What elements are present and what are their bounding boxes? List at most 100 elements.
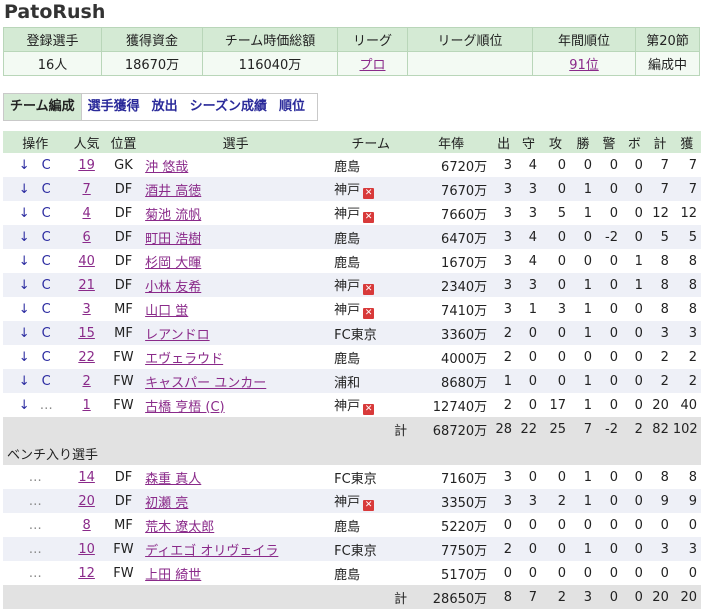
stat-earned-cell: 0 xyxy=(672,513,701,537)
captain-c-icon[interactable]: C xyxy=(35,158,57,173)
player-name-link[interactable]: 酒井 高徳 xyxy=(145,184,201,199)
down-arrow-icon[interactable]: ↓ xyxy=(13,206,35,221)
tab-ranking[interactable]: 順位 xyxy=(273,94,311,120)
player-name-link[interactable]: 町田 浩樹 xyxy=(145,232,201,247)
captain-c-icon[interactable]: C xyxy=(35,182,57,197)
captain-c-icon[interactable]: C xyxy=(35,278,57,293)
position-cell: FW xyxy=(105,393,142,417)
popularity-link[interactable]: 12 xyxy=(78,566,95,581)
popularity-link[interactable]: 40 xyxy=(78,254,95,269)
player-row: … 10 FW ディエゴ オリヴェイラ FC東京 7750万 2 0 0 1 0 0 3 3 xyxy=(3,537,701,561)
salary-cell: 3360万 xyxy=(411,321,492,345)
down-arrow-icon[interactable]: ↓ xyxy=(13,398,35,413)
player-name-link[interactable]: 荒木 遼太郎 xyxy=(145,520,214,535)
ellipsis-icon[interactable]: … xyxy=(24,470,46,485)
popularity-link[interactable]: 7 xyxy=(82,182,90,197)
player-name-link[interactable]: ディエゴ オリヴェイラ xyxy=(145,544,278,559)
total-spacer xyxy=(3,417,331,441)
captain-c-icon[interactable]: C xyxy=(35,350,57,365)
player-name-link[interactable]: 初瀬 亮 xyxy=(145,496,188,511)
captain-c-icon[interactable]: C xyxy=(35,326,57,341)
player-name-link[interactable]: エヴェラウド xyxy=(145,352,223,367)
player-name-cell: 森重 真人 xyxy=(141,465,331,489)
close-x-icon: ✕ xyxy=(363,284,375,295)
position-cell: GK xyxy=(105,153,142,177)
stat-attack-cell: 17 xyxy=(540,393,571,417)
captain-c-icon[interactable]: C xyxy=(35,206,57,221)
ellipsis-icon[interactable]: … xyxy=(24,566,46,581)
popularity-link[interactable]: 1 xyxy=(82,398,90,413)
team-cell: 鹿島 xyxy=(330,561,412,585)
stat-win-cell: 1 xyxy=(570,537,597,561)
down-arrow-icon[interactable]: ↓ xyxy=(13,230,35,245)
ellipsis-icon[interactable]: … xyxy=(35,398,57,413)
registered-players-value: 16人 xyxy=(3,51,102,76)
popularity-link[interactable]: 10 xyxy=(78,542,95,557)
down-arrow-icon[interactable]: ↓ xyxy=(13,278,35,293)
down-arrow-icon[interactable]: ↓ xyxy=(13,254,35,269)
ellipsis-icon[interactable]: … xyxy=(24,518,46,533)
popularity-link[interactable]: 22 xyxy=(78,350,95,365)
popularity-link[interactable]: 4 xyxy=(82,206,90,221)
stat-total-cell: 8 xyxy=(646,273,673,297)
player-name-link[interactable]: 小林 友希 xyxy=(145,280,201,295)
annual-rank-link[interactable]: 91位 xyxy=(569,58,599,73)
tab-acquire-players[interactable]: 選手獲得 xyxy=(82,94,146,120)
player-name-link[interactable]: 山口 蛍 xyxy=(145,304,188,319)
team-cell: 神戸 ✕ xyxy=(330,393,412,417)
position-cell: FW xyxy=(105,561,142,585)
popularity-link[interactable]: 6 xyxy=(82,230,90,245)
position-cell: FW xyxy=(105,345,142,369)
roster-body: ↓ C 19 GK 沖 悠哉 鹿島 6720万 3 4 0 0 0 0 7 7 ↓ C 7 DF 酒井 高徳 神戸 ✕ 76… xyxy=(3,153,701,609)
player-row: ↓ C 22 FW エヴェラウド 鹿島 4000万 2 0 0 0 0 0 2 2 xyxy=(3,345,701,369)
position-cell: FW xyxy=(105,369,142,393)
stat-caution-cell: 0 xyxy=(596,153,622,177)
league-link[interactable]: プロ xyxy=(359,58,385,73)
captain-c-icon[interactable]: C xyxy=(35,254,57,269)
stat-bonus-cell: 0 xyxy=(621,345,647,369)
down-arrow-icon[interactable]: ↓ xyxy=(13,326,35,341)
stat-total-cell: 8 xyxy=(646,465,673,489)
popularity-link[interactable]: 21 xyxy=(78,278,95,293)
down-arrow-icon[interactable]: ↓ xyxy=(13,374,35,389)
player-name-link[interactable]: キャスパー ユンカー xyxy=(145,376,266,391)
popularity-link[interactable]: 8 xyxy=(82,518,90,533)
player-name-link[interactable]: 菊池 流帆 xyxy=(145,208,201,223)
col-header-defense: 守 xyxy=(516,131,541,153)
player-name-link[interactable]: レアンドロ xyxy=(145,328,209,343)
down-arrow-icon[interactable]: ↓ xyxy=(13,182,35,197)
player-name-link[interactable]: 杉岡 大暉 xyxy=(145,256,201,271)
tab-release[interactable]: 放出 xyxy=(146,94,184,120)
tab-season-results[interactable]: シーズン成績 xyxy=(184,94,273,120)
captain-c-icon[interactable]: C xyxy=(35,230,57,245)
tab-team-edit[interactable]: チーム編成 xyxy=(4,94,82,120)
player-row: ↓… 1 FW 古橋 亨梧 (C) 神戸 ✕ 12740万 2 0 17 1 0 0 20 40 xyxy=(3,393,701,417)
player-name-link[interactable]: 古橋 亨梧 (C) xyxy=(145,400,225,415)
player-name-link[interactable]: 沖 悠哉 xyxy=(145,160,188,175)
summary-header: 獲得資金 xyxy=(101,27,203,52)
popularity-link[interactable]: 15 xyxy=(78,326,95,341)
down-arrow-icon[interactable]: ↓ xyxy=(13,158,35,173)
stat-bonus-cell: 0 xyxy=(621,153,647,177)
popularity-cell: 2 xyxy=(67,369,106,393)
ellipsis-icon[interactable]: … xyxy=(24,494,46,509)
stat-defense-cell: 0 xyxy=(516,369,541,393)
popularity-link[interactable]: 14 xyxy=(78,470,95,485)
popularity-link[interactable]: 2 xyxy=(82,374,90,389)
ellipsis-icon[interactable]: … xyxy=(24,542,46,557)
popularity-link[interactable]: 20 xyxy=(78,494,95,509)
popularity-link[interactable]: 3 xyxy=(82,302,90,317)
total-stat: 20 xyxy=(672,585,701,609)
stat-bonus-cell: 1 xyxy=(621,249,647,273)
player-name-link[interactable]: 森重 真人 xyxy=(145,472,201,487)
down-arrow-icon[interactable]: ↓ xyxy=(13,350,35,365)
player-name-link[interactable]: 上田 綺世 xyxy=(145,568,201,583)
down-arrow-icon[interactable]: ↓ xyxy=(13,302,35,317)
total-salary: 68720万 xyxy=(411,417,492,441)
captain-c-icon[interactable]: C xyxy=(35,374,57,389)
stat-appearance-cell: 3 xyxy=(491,177,517,201)
summary-header: リーグ xyxy=(337,27,408,52)
popularity-link[interactable]: 19 xyxy=(78,158,95,173)
stat-attack-cell: 0 xyxy=(540,561,571,585)
captain-c-icon[interactable]: C xyxy=(35,302,57,317)
